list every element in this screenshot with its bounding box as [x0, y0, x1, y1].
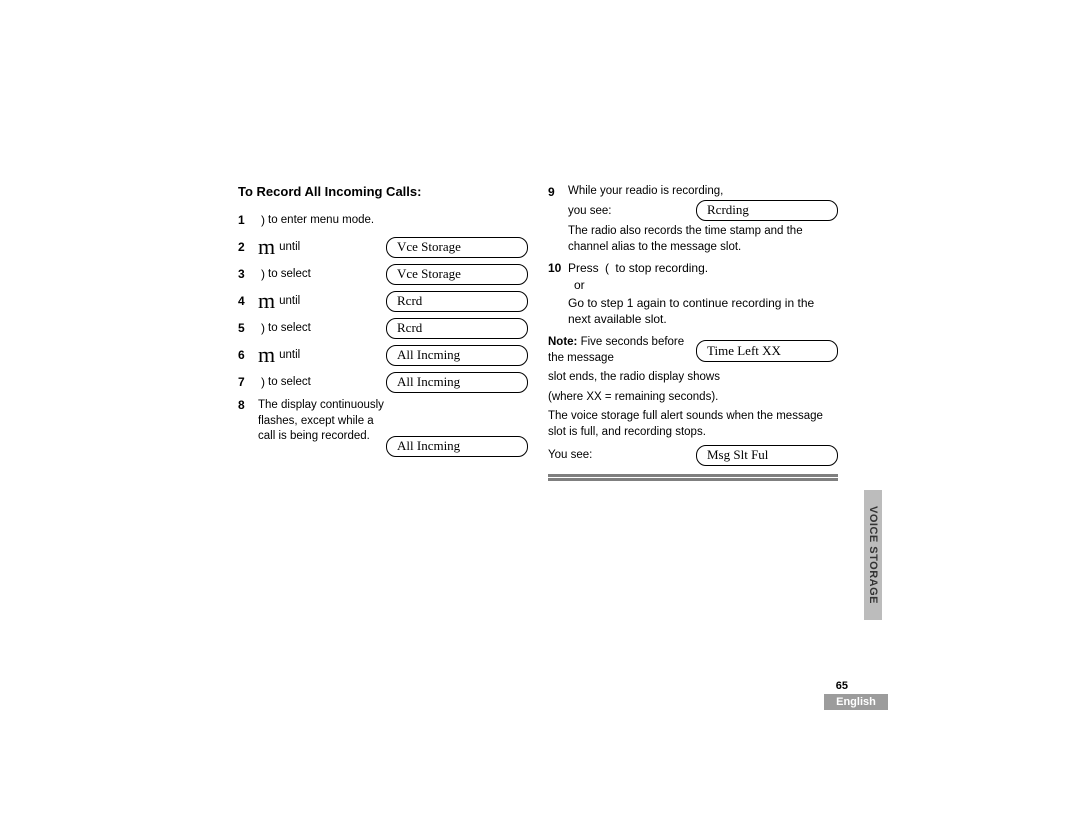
section-divider-icon	[548, 474, 838, 481]
select-icon: )	[261, 321, 265, 335]
step-number: 7	[238, 375, 258, 389]
step-number: 6	[238, 348, 258, 362]
select-icon: )	[261, 375, 265, 389]
step-number: 9	[548, 185, 568, 199]
step-text: to select	[268, 268, 386, 280]
step-text: to enter menu mode.	[268, 214, 528, 226]
step-text: to stop recording.	[615, 261, 708, 275]
step-row: 5 ) to select Rcrd	[238, 317, 528, 339]
menu-icon: m	[258, 238, 275, 256]
display-readout: All Incming	[386, 372, 528, 393]
step-row: 4 m until Rcrd	[238, 290, 528, 312]
note-block: You see: Msg Slt Ful	[548, 445, 838, 466]
step-row: 9 While your readio is recording, you se…	[548, 185, 838, 255]
step-number: 8	[238, 398, 258, 412]
step-row: 3 ) to select Vce Storage	[238, 263, 528, 285]
step-row: 2 m until Vce Storage	[238, 236, 528, 258]
display-readout: Vce Storage	[386, 237, 528, 258]
display-readout: Rcrd	[386, 318, 528, 339]
note-text: The voice storage full alert sounds when…	[548, 409, 838, 440]
step-text: or	[574, 278, 838, 292]
step-text: While your readio is recording,	[568, 185, 838, 197]
step-row: 6 m until All Incming	[238, 344, 528, 366]
right-column: 9 While your readio is recording, you se…	[548, 180, 838, 489]
display-readout: Msg Slt Ful	[696, 445, 838, 466]
step-text: to select	[268, 376, 386, 388]
display-readout: All Incming	[386, 436, 528, 457]
step-text: The radio also records the time stamp an…	[568, 224, 838, 255]
language-tab: English	[824, 694, 888, 710]
language-label: English	[836, 696, 876, 708]
side-tab-label: VOICE STORAGE	[867, 506, 879, 604]
step-number: 3	[238, 267, 258, 281]
display-readout: All Incming	[386, 345, 528, 366]
menu-icon: m	[258, 292, 275, 310]
display-readout: Rcrd	[386, 291, 528, 312]
display-readout: Vce Storage	[386, 264, 528, 285]
step-text: until	[279, 295, 386, 307]
side-tab: VOICE STORAGE	[864, 490, 882, 620]
step-row: 8 The display continuously flashes, exce…	[238, 398, 528, 457]
step-row: 1 ) to enter menu mode.	[238, 209, 528, 231]
step-text: you see:	[568, 205, 611, 217]
note-text: (where XX = remaining seconds).	[548, 390, 838, 406]
step-text: The display continuously flashes, except…	[258, 398, 386, 445]
step-text: until	[279, 241, 386, 253]
step-number: 1	[238, 213, 258, 227]
step-text: until	[279, 349, 386, 361]
select-icon: )	[261, 267, 265, 281]
step-row: 10 Press ( to stop recording. or Go to s…	[548, 261, 838, 327]
note-text: slot ends, the radio display shows	[548, 370, 838, 386]
step-number: 5	[238, 321, 258, 335]
note-text: You see:	[548, 449, 592, 461]
menu-icon: m	[258, 346, 275, 364]
step-number: 4	[238, 294, 258, 308]
step-number: 10	[548, 261, 568, 275]
step-row: 7 ) to select All Incming	[238, 371, 528, 393]
page-number: 65	[836, 680, 848, 692]
display-readout: Time Left XX	[696, 340, 838, 363]
note-block: Note: Five seconds before the message Ti…	[548, 335, 838, 366]
manual-page: To Record All Incoming Calls: 1 ) to ent…	[238, 180, 838, 489]
display-readout: Rcrding	[696, 200, 838, 221]
select-icon: )	[261, 213, 265, 227]
note-label: Note:	[548, 336, 577, 348]
left-column: To Record All Incoming Calls: 1 ) to ent…	[238, 180, 528, 489]
step-text: to select	[268, 322, 386, 334]
step-text: Go to step 1 again to continue recording…	[568, 295, 838, 327]
step-text: Press	[568, 261, 599, 275]
step-number: 2	[238, 240, 258, 254]
section-heading: To Record All Incoming Calls:	[238, 184, 528, 199]
button-icon: (	[605, 261, 609, 275]
